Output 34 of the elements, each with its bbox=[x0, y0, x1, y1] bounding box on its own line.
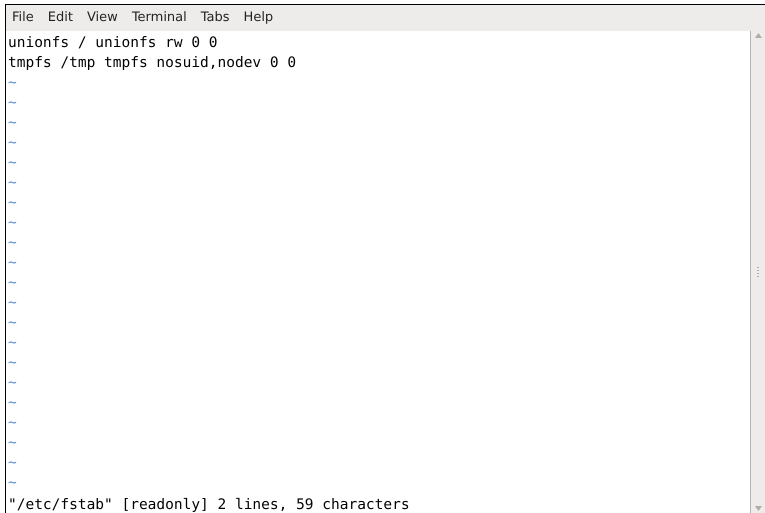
empty-line-marker: ~ bbox=[8, 455, 17, 471]
empty-line-marker: ~ bbox=[8, 95, 17, 111]
empty-line-marker: ~ bbox=[8, 295, 17, 311]
empty-line-marker: ~ bbox=[8, 435, 17, 451]
empty-line-marker: ~ bbox=[8, 255, 17, 271]
menu-item[interactable]: File bbox=[12, 8, 34, 28]
file-line: unionfs / unionfs rw 0 0 bbox=[8, 35, 218, 51]
menu-item[interactable]: Help bbox=[244, 8, 274, 28]
empty-line-marker: ~ bbox=[8, 235, 17, 251]
empty-line-marker: ~ bbox=[8, 195, 17, 211]
scroll-grip-icon bbox=[757, 267, 759, 277]
menu-item[interactable]: Tabs bbox=[200, 8, 230, 28]
menu-item[interactable]: Edit bbox=[48, 8, 73, 28]
empty-line-marker: ~ bbox=[8, 175, 17, 191]
menu-item[interactable]: Terminal bbox=[132, 8, 187, 28]
empty-line-marker: ~ bbox=[8, 215, 17, 231]
empty-line-marker: ~ bbox=[8, 335, 17, 351]
empty-line-marker: ~ bbox=[8, 395, 17, 411]
menu-item[interactable]: View bbox=[86, 8, 118, 28]
empty-line-marker: ~ bbox=[8, 275, 17, 291]
empty-line-marker: ~ bbox=[8, 115, 17, 131]
empty-line-marker: ~ bbox=[8, 155, 17, 171]
empty-line-marker: ~ bbox=[8, 375, 17, 391]
scroll-up-icon[interactable] bbox=[754, 33, 762, 38]
empty-line-marker: ~ bbox=[8, 355, 17, 371]
empty-line-marker: ~ bbox=[8, 135, 17, 151]
empty-line-marker: ~ bbox=[8, 75, 17, 91]
empty-line-marker: ~ bbox=[8, 415, 17, 431]
scroll-down-icon[interactable] bbox=[754, 506, 762, 511]
empty-line-marker: ~ bbox=[8, 475, 17, 491]
file-line: tmpfs /tmp tmpfs nosuid,nodev 0 0 bbox=[8, 55, 296, 71]
empty-line-marker: ~ bbox=[8, 315, 17, 331]
scrollbar[interactable] bbox=[750, 31, 765, 513]
status-line: "/etc/fstab" [readonly] 2 lines, 59 characters bbox=[8, 497, 410, 513]
